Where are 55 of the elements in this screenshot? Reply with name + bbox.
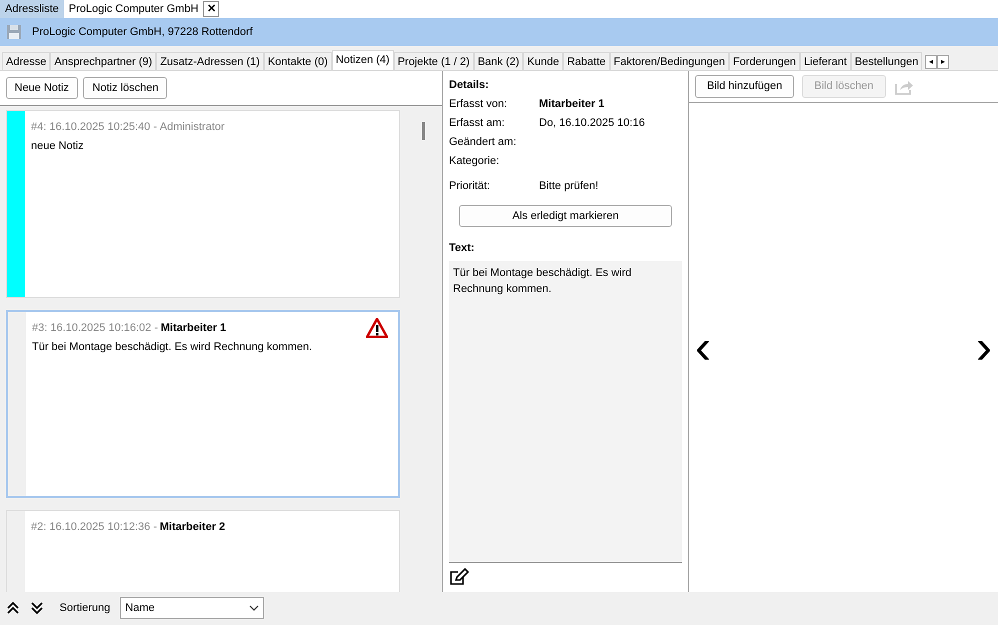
tab[interactable]: Rabatte xyxy=(563,52,610,70)
mark-done-button[interactable]: Als erledigt markieren xyxy=(459,204,672,227)
edit-icon[interactable] xyxy=(449,568,469,586)
tab-scroll-button[interactable]: ◂ xyxy=(925,54,938,69)
note-card[interactable]: #2: 16.10.2025 10:12:36 - Mitarbeiter 2 xyxy=(6,510,400,592)
close-button[interactable]: ✕ xyxy=(203,1,220,17)
record-title: ProLogic Computer GmbH, 97228 Rottendorf xyxy=(32,24,253,40)
field-label: Erfasst von: xyxy=(449,97,508,112)
field-value: Bitte prüfen! xyxy=(539,178,598,194)
details-heading: Details: xyxy=(449,78,490,93)
field-label: Kategorie: xyxy=(449,154,500,170)
sort-dropdown[interactable]: Name xyxy=(120,597,264,619)
field-label: Geändert am: xyxy=(449,135,518,150)
document-tab[interactable]: Adressliste xyxy=(0,0,64,18)
image-button[interactable]: Bild hinzufügen xyxy=(695,75,794,98)
tab[interactable]: Bank (2) xyxy=(474,52,524,70)
note-text: neue Notiz xyxy=(31,138,85,154)
scrollbar-thumb[interactable] xyxy=(422,122,425,140)
note-timestamp: #3: 16.10.2025 10:16:02 - xyxy=(32,320,158,336)
field-label: Priorität: xyxy=(449,178,491,194)
note-card[interactable]: #3: 16.10.2025 10:16:02 - Mitarbeiter 1 Tür bei Montage beschädigt. Es wird Rechnung kommen. xyxy=(6,310,400,498)
text-heading: Text: xyxy=(449,241,476,256)
note-text: Tür bei Montage beschädigt. Es wird Rechnung kommen. xyxy=(32,340,314,355)
tab[interactable]: Projekte (1 / 2) xyxy=(394,52,474,70)
note-card[interactable]: #4: 16.10.2025 10:25:40 - Administrator neue Notiz xyxy=(6,110,400,298)
note-author: Mitarbeiter 1 xyxy=(160,320,226,336)
note-button[interactable]: Notiz löschen xyxy=(83,76,168,99)
note-button[interactable]: Neue Notiz xyxy=(6,76,78,99)
sort-label: Sortierung xyxy=(60,600,110,616)
previous-button[interactable]: ‹ xyxy=(695,324,711,372)
tab[interactable]: Notizen (4) xyxy=(332,50,394,70)
next-button[interactable]: › xyxy=(976,324,992,372)
tab[interactable]: Kunde xyxy=(523,52,564,70)
tab[interactable]: Zusatz-Adressen (1) xyxy=(156,52,264,70)
field-value: Do, 16.10.2025 10:16 xyxy=(539,116,645,132)
tab[interactable]: Bestellungen xyxy=(850,52,922,70)
note-timestamp: #4: 16.10.2025 10:25:40 - xyxy=(31,120,157,134)
move-down-icon xyxy=(30,601,44,615)
note-timestamp: #2: 16.10.2025 10:12:36 - xyxy=(31,520,157,534)
note-text-area[interactable]: Tür bei Montage beschädigt. Es wird Rechnung kommen. xyxy=(449,260,682,562)
field-value: Mitarbeiter 1 xyxy=(539,97,604,112)
note-author: Administrator xyxy=(160,120,225,134)
note-author: Mitarbeiter 2 xyxy=(160,520,226,534)
field-label: Erfasst am: xyxy=(449,116,506,132)
move-up-icon xyxy=(6,601,20,615)
tab[interactable]: Kontakte (0) xyxy=(264,52,332,70)
tab[interactable]: Adresse xyxy=(2,52,50,70)
tab-scroll-button[interactable]: ▸ xyxy=(937,54,950,69)
tab[interactable]: Lieferant xyxy=(800,52,851,70)
tab[interactable]: Faktoren/Bedingungen xyxy=(610,52,729,70)
share-icon xyxy=(894,78,914,94)
tab[interactable]: Ansprechpartner (9) xyxy=(50,52,156,70)
chevron-down-icon xyxy=(249,605,260,611)
save-icon xyxy=(6,24,22,40)
tab[interactable]: Forderungen xyxy=(728,52,800,70)
